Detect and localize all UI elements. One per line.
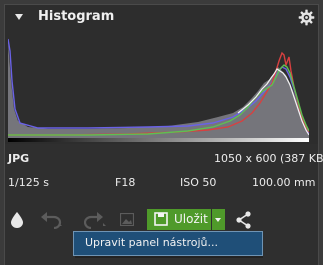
image-format: JPG [8,152,30,165]
iso: ISO 50 [180,176,217,189]
share-icon[interactable] [235,211,252,229]
collapse-arrow-icon[interactable] [15,14,23,20]
save-button[interactable]: Uložit [147,209,211,230]
focal-length: 100.00 mm [252,176,316,189]
redo-icon[interactable] [84,211,108,229]
tone-gradient-bar [8,138,309,142]
undo-icon[interactable] [40,211,64,229]
histogram-graph [8,38,309,138]
image-icon[interactable] [120,213,134,226]
panel-title: Histogram [38,9,115,24]
aperture: F18 [115,176,136,189]
drop-icon[interactable] [11,212,23,228]
context-menu: Upravit panel nástrojů... [73,231,263,256]
save-dropdown-button[interactable] [212,209,225,230]
shutter-speed: 1/125 s [8,176,49,189]
save-button-label: Uložit [174,212,208,226]
panel-header[interactable]: Histogram [4,4,319,31]
gear-icon[interactable] [298,9,315,26]
histogram-panel: Histogram JPG 1050 x 600 (387 KB) 1/125 … [0,0,323,265]
chevron-down-icon [215,218,221,222]
context-menu-item-edit-toolbar[interactable]: Upravit panel nástrojů... [85,236,218,249]
image-dimensions: 1050 x 600 (387 KB) [214,152,323,165]
save-disk-icon [154,212,168,226]
